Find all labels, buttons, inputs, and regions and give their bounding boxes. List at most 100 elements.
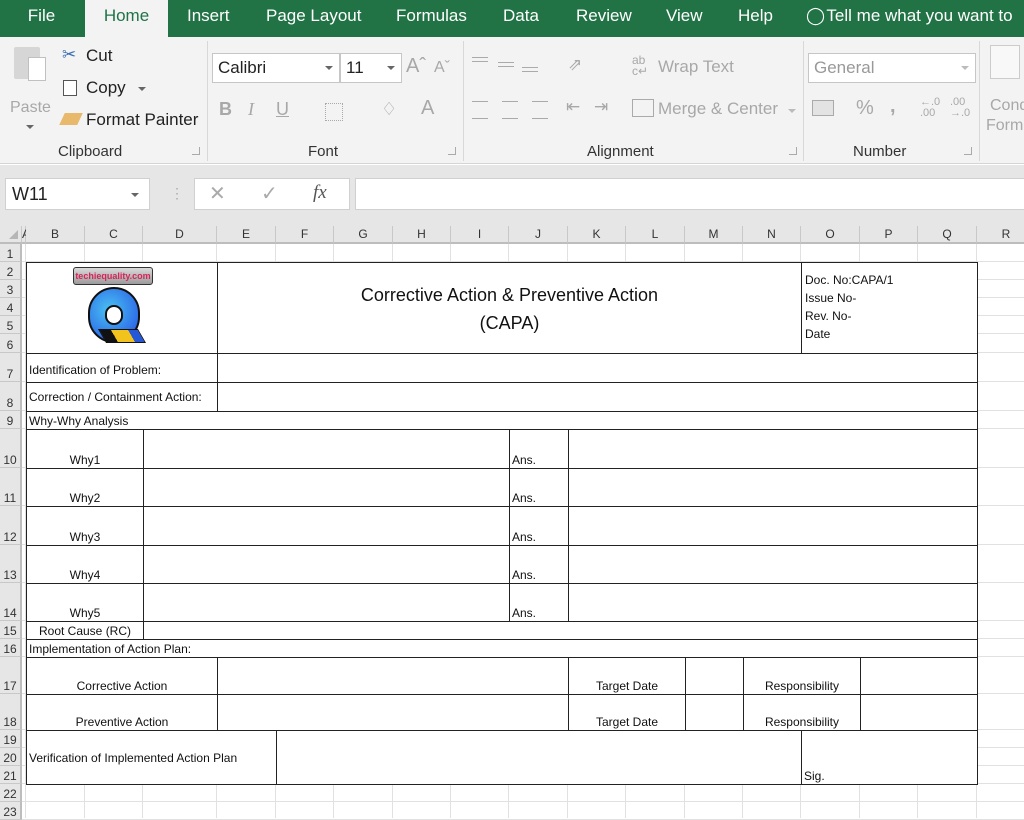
select-all-button[interactable] <box>0 226 22 244</box>
tab-view[interactable]: View <box>666 0 703 37</box>
tab-home[interactable]: Home <box>85 0 168 37</box>
row-header-22[interactable]: 22 <box>0 784 22 802</box>
column-header-n[interactable]: N <box>743 226 801 244</box>
column-header-m[interactable]: M <box>685 226 743 244</box>
signature-field[interactable]: Sig. <box>801 730 978 785</box>
borders-icon[interactable] <box>325 103 343 121</box>
row-header-15[interactable]: 15 <box>0 621 22 639</box>
increase-font-size-icon[interactable]: Aˆ <box>406 55 426 78</box>
column-header-o[interactable]: O <box>801 226 860 244</box>
row-header-11[interactable]: 11 <box>0 468 22 506</box>
row-header-20[interactable]: 20 <box>0 748 22 766</box>
row-header-14[interactable]: 14 <box>0 583 22 621</box>
row-header-2[interactable]: 2 <box>0 262 22 280</box>
merge-center-button[interactable]: Merge & Center <box>632 97 802 121</box>
ans-input[interactable] <box>568 506 978 546</box>
column-header-j[interactable]: J <box>509 226 568 244</box>
ans-input[interactable] <box>568 583 978 622</box>
clipboard-dialog-launcher[interactable] <box>192 147 200 155</box>
tab-formulas[interactable]: Formulas <box>396 0 467 37</box>
row-header-5[interactable]: 5 <box>0 316 22 334</box>
why-input[interactable] <box>143 583 510 622</box>
cancel-icon[interactable]: ✕ <box>209 181 226 206</box>
percent-style-button[interactable]: % <box>856 97 874 120</box>
italic-button[interactable]: I <box>248 99 254 120</box>
column-header-b[interactable]: B <box>26 226 85 244</box>
row-header-8[interactable]: 8 <box>0 382 22 411</box>
insert-function-icon[interactable]: fx <box>313 182 327 204</box>
font-dialog-launcher[interactable] <box>448 147 456 155</box>
tab-review[interactable]: Review <box>576 0 632 37</box>
font-name-select[interactable]: Calibri <box>212 53 340 83</box>
increase-indent-icon[interactable]: ⇥ <box>594 97 608 117</box>
row-header-9[interactable]: 9 <box>0 411 22 429</box>
column-header-r[interactable]: R <box>977 226 1024 244</box>
increase-decimal-icon[interactable]: ←.0.00 <box>920 97 940 119</box>
decrease-decimal-icon[interactable]: .00 →.0 <box>950 97 970 119</box>
name-box[interactable]: W11 <box>5 178 150 210</box>
why-input[interactable] <box>143 468 510 507</box>
tell-me-box[interactable]: ◯ Tell me what you want to <box>806 0 1013 37</box>
paste-button[interactable]: Paste <box>8 43 52 129</box>
doc-info-cell[interactable]: Doc. No:CAPA/1 Issue No- Rev. No- Date <box>801 262 978 355</box>
root-cause-input[interactable] <box>143 621 978 640</box>
preventive-action-input[interactable] <box>217 694 569 731</box>
column-header-q[interactable]: Q <box>918 226 977 244</box>
column-header-i[interactable]: I <box>451 226 509 244</box>
tab-file[interactable]: File <box>0 0 83 37</box>
ans-input[interactable] <box>568 429 978 469</box>
cut-button[interactable]: ✂ Cut <box>60 45 140 69</box>
conditional-formatting-button[interactable]: Cond Form <box>986 43 1024 134</box>
column-header-h[interactable]: H <box>393 226 451 244</box>
row-header-17[interactable]: 17 <box>0 657 22 694</box>
ans-input[interactable] <box>568 545 978 584</box>
decrease-font-size-icon[interactable]: Aˇ <box>434 59 450 77</box>
title-cell[interactable]: Corrective Action & Preventive Action (C… <box>217 262 802 355</box>
number-format-select[interactable]: General <box>808 53 976 83</box>
why-input[interactable] <box>143 506 510 546</box>
column-header-d[interactable]: D <box>143 226 217 244</box>
row-header-12[interactable]: 12 <box>0 506 22 545</box>
correction-input[interactable] <box>217 382 978 412</box>
horizontal-align-buttons[interactable] <box>472 101 550 119</box>
formula-bar-grip-icon[interactable]: ⋮ <box>170 185 184 202</box>
column-header-c[interactable]: C <box>85 226 143 244</box>
row-header-1[interactable]: 1 <box>0 244 22 262</box>
preventive-target-date-input[interactable] <box>685 694 744 731</box>
orientation-icon[interactable]: ⇗ <box>568 55 582 75</box>
row-header-3[interactable]: 3 <box>0 280 22 298</box>
format-painter-button[interactable]: Format Painter <box>59 109 200 133</box>
row-header-21[interactable]: 21 <box>0 766 22 784</box>
column-header-g[interactable]: G <box>334 226 393 244</box>
row-header-13[interactable]: 13 <box>0 545 22 583</box>
number-dialog-launcher[interactable] <box>964 147 972 155</box>
row-header-4[interactable]: 4 <box>0 298 22 316</box>
row-header-10[interactable]: 10 <box>0 429 22 468</box>
identification-input[interactable] <box>217 353 978 383</box>
column-header-p[interactable]: P <box>860 226 918 244</box>
enter-icon[interactable]: ✓ <box>261 181 278 206</box>
fill-color-icon[interactable]: ♢ <box>381 99 397 120</box>
accounting-format-icon[interactable] <box>812 100 834 116</box>
tab-insert[interactable]: Insert <box>187 0 230 37</box>
tab-help[interactable]: Help <box>738 0 773 37</box>
ans-input[interactable] <box>568 468 978 507</box>
column-header-k[interactable]: K <box>568 226 626 244</box>
row-header-16[interactable]: 16 <box>0 639 22 657</box>
row-header-18[interactable]: 18 <box>0 694 22 730</box>
why-input[interactable] <box>143 545 510 584</box>
row-header-23[interactable]: 23 <box>0 802 22 820</box>
wrap-text-button[interactable]: ab c↵ Wrap Text <box>632 54 762 79</box>
corrective-action-input[interactable] <box>217 657 569 695</box>
formula-input[interactable] <box>355 178 1024 210</box>
corrective-target-date-input[interactable] <box>685 657 744 695</box>
logo-cell[interactable]: techiequality.com <box>26 262 218 355</box>
font-size-select[interactable]: 11 <box>340 53 402 83</box>
corrective-responsibility-input[interactable] <box>860 657 978 695</box>
tab-data[interactable]: Data <box>503 0 539 37</box>
row-header-7[interactable]: 7 <box>0 353 22 382</box>
row-header-19[interactable]: 19 <box>0 730 22 748</box>
underline-button[interactable]: U <box>276 99 289 120</box>
tab-page-layout[interactable]: Page Layout <box>266 0 361 37</box>
column-header-f[interactable]: F <box>276 226 334 244</box>
